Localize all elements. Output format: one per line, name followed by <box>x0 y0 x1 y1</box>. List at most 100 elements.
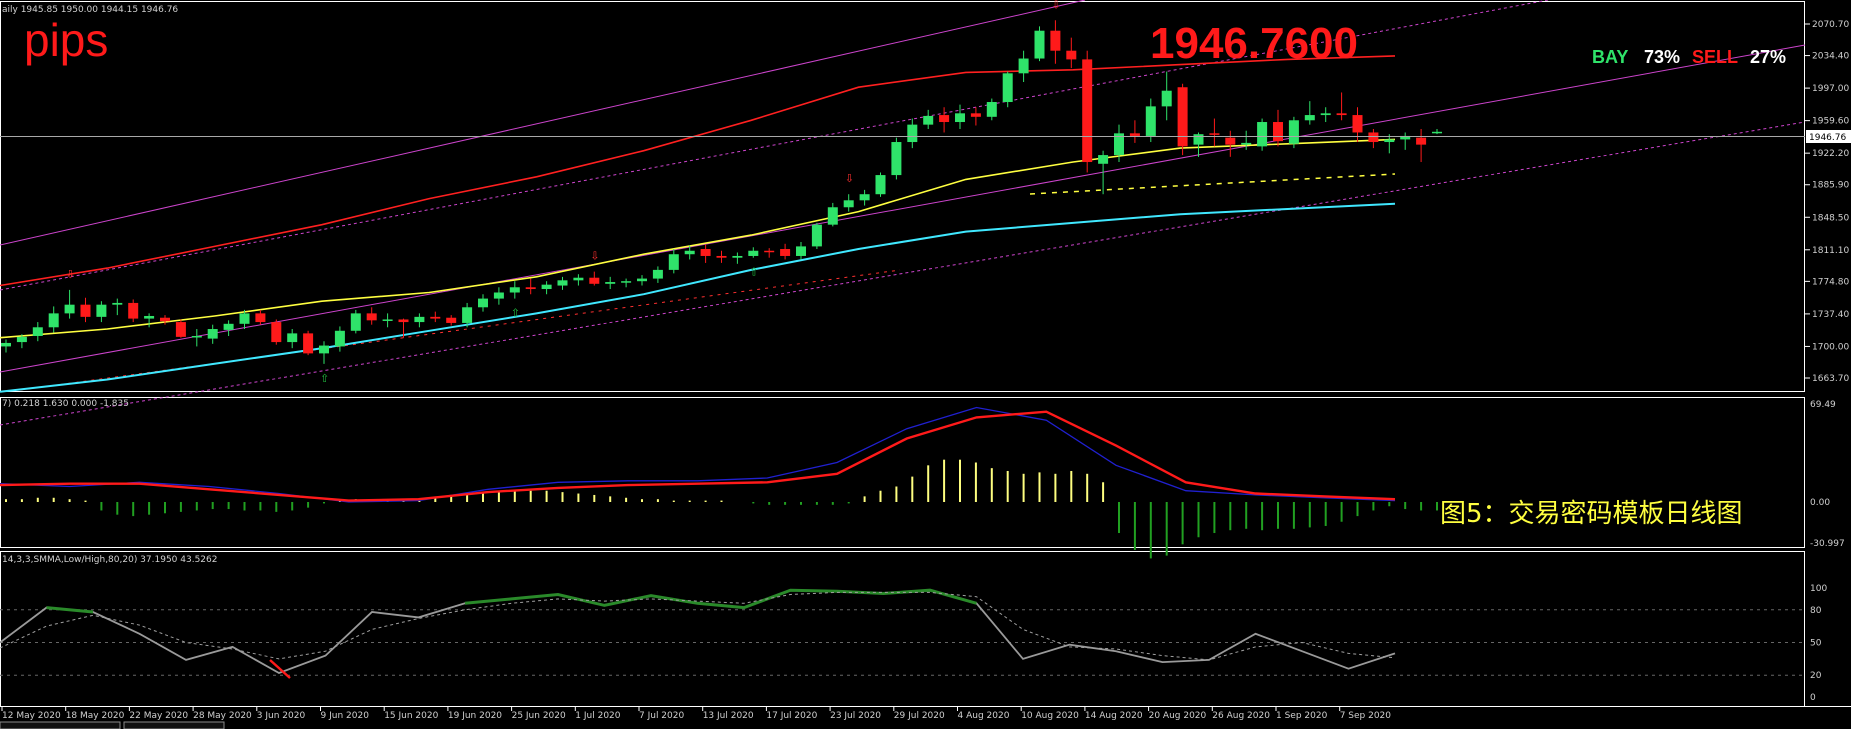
bay-percent: 73% <box>1644 47 1680 67</box>
candle-body <box>48 313 59 328</box>
fractal-down-icon: ⇩ <box>66 268 75 281</box>
candle <box>637 275 647 286</box>
candle <box>430 311 441 323</box>
candle-body <box>668 254 679 270</box>
candle-body <box>382 319 393 321</box>
pips-watermark: pips <box>24 14 108 66</box>
time-tick-label: 17 Jul 2020 <box>766 711 817 721</box>
candle-body <box>875 175 886 195</box>
candle <box>700 244 711 263</box>
candle-body <box>764 250 775 253</box>
candle-body <box>96 304 107 317</box>
macd-line <box>0 406 1396 503</box>
candle-body <box>1098 155 1109 164</box>
candle-body <box>1368 132 1379 143</box>
fractal-down-icon: ⇩ <box>590 250 599 263</box>
candle-body <box>970 113 981 117</box>
candle-body <box>1161 90 1172 107</box>
candle <box>1273 109 1283 147</box>
candle-body <box>986 102 997 117</box>
candle <box>1129 120 1140 143</box>
candle-body <box>160 317 170 322</box>
candle <box>478 294 488 312</box>
candle <box>255 309 266 325</box>
price-tick-label: 1885.90 <box>1812 181 1849 191</box>
candle <box>668 249 679 274</box>
candle-body <box>1066 50 1077 60</box>
candle-body <box>1304 115 1315 121</box>
candle-body <box>80 304 91 317</box>
candle-body <box>64 304 75 314</box>
candle-body <box>1288 120 1299 144</box>
candle <box>128 299 139 323</box>
candle-body <box>843 200 854 208</box>
fractal-up-icon: ⇧ <box>749 266 758 279</box>
channel-line <box>0 44 1806 373</box>
fractal-down-icon: ⇩ <box>1051 0 1060 11</box>
candle <box>780 243 791 260</box>
macd-line <box>0 410 1396 502</box>
candle-body <box>1193 134 1204 145</box>
price-tick-label: 1737.40 <box>1812 310 1849 320</box>
chart-tab-2[interactable] <box>123 721 225 729</box>
candle-body <box>589 277 600 284</box>
candle-body <box>16 336 27 343</box>
big-price-readout: 1946.7600 <box>1150 19 1358 68</box>
price-tick-label: 1922.20 <box>1812 149 1849 159</box>
candle <box>557 276 568 290</box>
stochastic-tick-label: 80 <box>1810 606 1822 616</box>
candle-body <box>748 250 759 256</box>
time-tick-label: 7 Jul 2020 <box>639 711 684 721</box>
candle-body <box>1145 106 1156 136</box>
candle-body <box>1416 137 1427 145</box>
chart-tab-1[interactable] <box>0 721 121 729</box>
candle-body <box>175 322 186 337</box>
time-tick-label: 3 Jun 2020 <box>257 711 306 721</box>
current-price-tag: 1946.76 <box>1809 133 1846 143</box>
candle <box>939 107 950 133</box>
time-tick-label: 9 Jun 2020 <box>321 711 370 721</box>
figure-caption: 图5：交易密码模板日线图 <box>1440 499 1743 529</box>
candle-body <box>716 255 727 258</box>
candle-body <box>605 282 616 284</box>
candle-body <box>1050 30 1061 51</box>
candle-body <box>398 319 409 323</box>
candle-body <box>1257 122 1268 147</box>
stochastic-tick-label: 20 <box>1810 671 1822 681</box>
candle-body <box>1336 113 1347 116</box>
candle <box>843 194 854 212</box>
price-tick-label: 2070.70 <box>1812 20 1849 30</box>
candle-body <box>112 302 123 305</box>
candle <box>621 278 632 288</box>
candle <box>1082 50 1093 173</box>
candle-body <box>621 281 632 283</box>
stochastic-tick-label: 100 <box>1810 584 1827 594</box>
trading-chart[interactable]: ⇩ ⇧ ⇧ ⇩ ⇧ ⇩ ⇩ 2070.70 2034.40 1997.00 1959.60 1922… <box>0 0 1851 729</box>
candle-body <box>1034 30 1045 59</box>
candle <box>1 339 11 353</box>
candle-body <box>859 194 870 201</box>
candle <box>1368 128 1379 149</box>
candle <box>875 172 886 197</box>
candle-body <box>478 298 488 308</box>
time-tick-label: 4 Aug 2020 <box>958 711 1010 721</box>
candle <box>1432 128 1442 135</box>
candle-body <box>462 307 473 323</box>
time-tick-label: 26 Aug 2020 <box>1212 711 1270 721</box>
macd-panel-header: 7) 0.218 1.630 0.000 -1.835 <box>2 399 129 409</box>
candle <box>1336 92 1347 121</box>
candle-body <box>652 269 663 279</box>
time-tick-label: 19 Jun 2020 <box>448 711 502 721</box>
candle <box>605 276 616 290</box>
candle <box>175 319 186 338</box>
candle <box>160 315 170 325</box>
candle <box>589 271 600 286</box>
time-tick-label: 10 Aug 2020 <box>1021 711 1079 721</box>
time-tick-label: 18 May 2020 <box>66 711 125 721</box>
time-tick-label: 25 Jun 2020 <box>512 711 566 721</box>
candle <box>1320 107 1331 123</box>
stochastic-panel <box>0 588 1805 679</box>
bay-label: BAY <box>1592 47 1628 67</box>
candle-body <box>796 246 806 256</box>
candle-body <box>144 315 155 319</box>
